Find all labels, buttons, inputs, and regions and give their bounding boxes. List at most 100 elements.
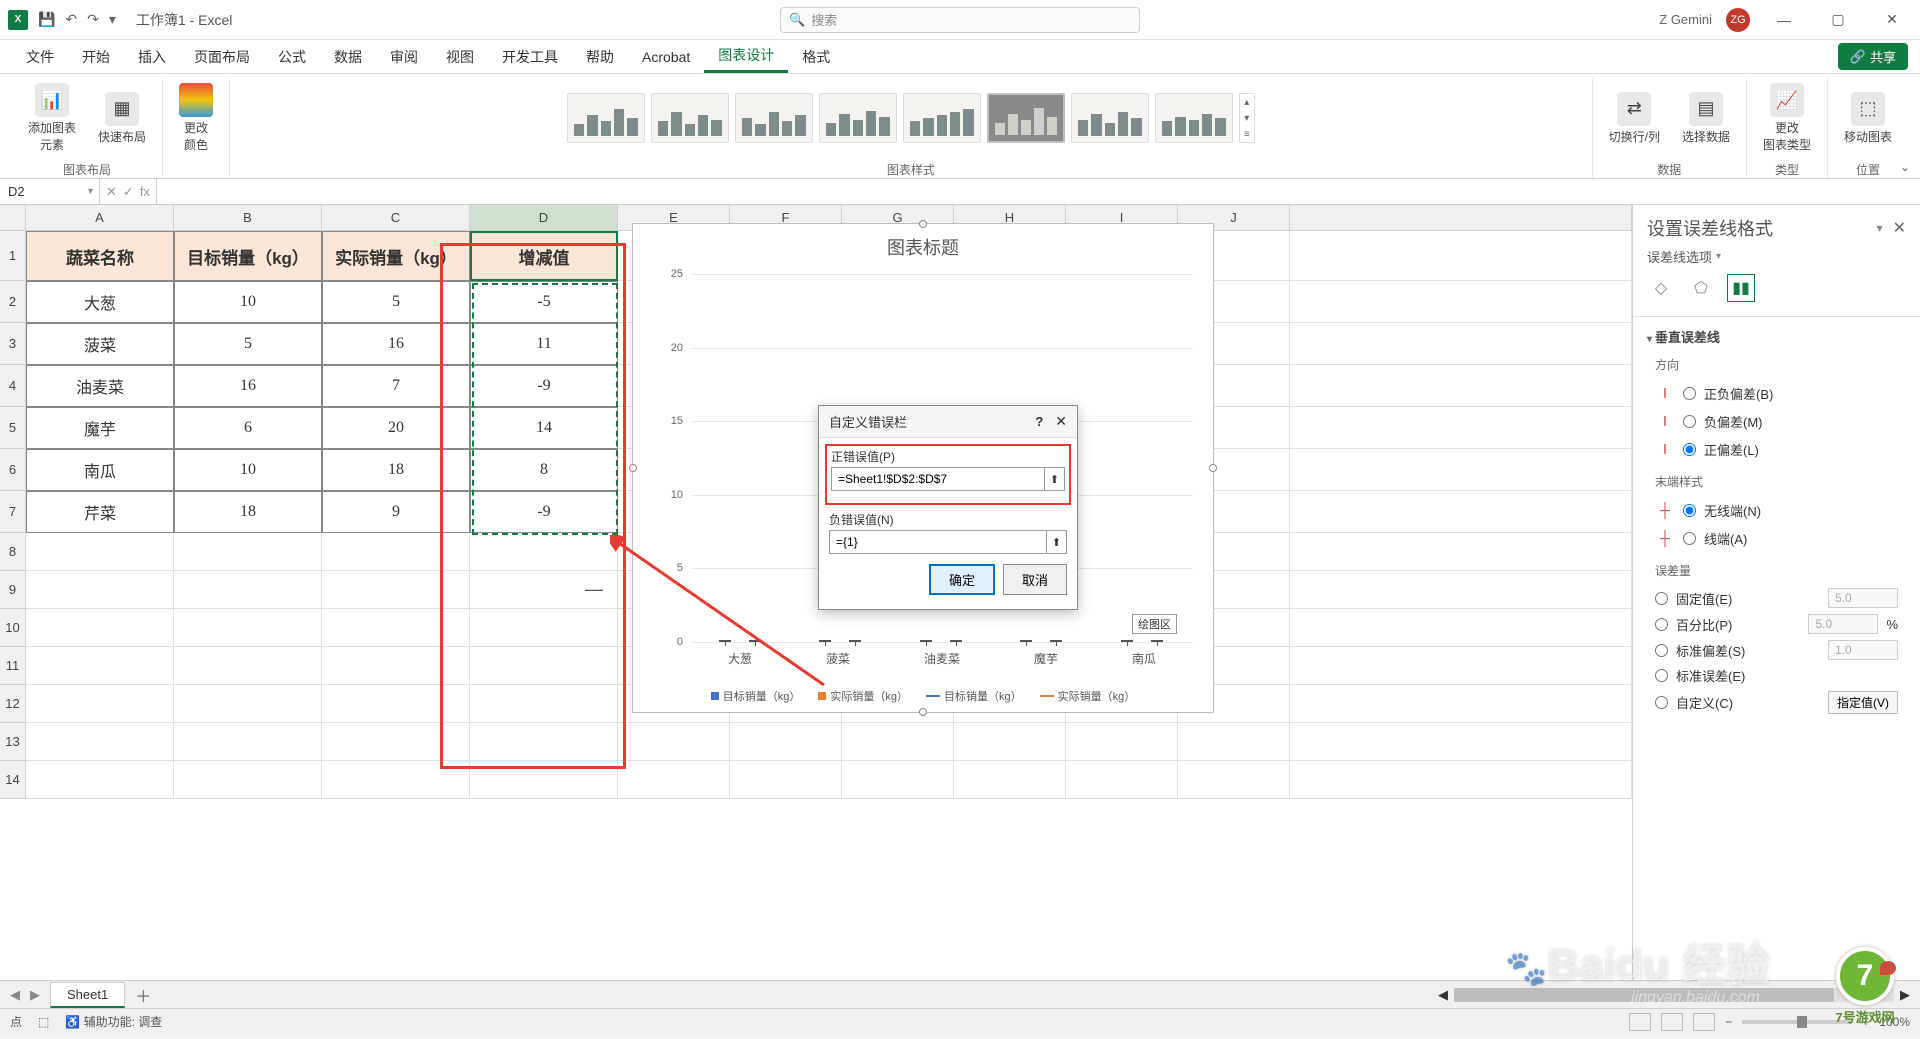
cell[interactable] — [174, 609, 322, 647]
cell[interactable] — [322, 533, 470, 571]
cell[interactable] — [1290, 407, 1632, 449]
header-cell[interactable]: 实际销量（kg） — [322, 231, 470, 281]
tab-review[interactable]: 审阅 — [376, 40, 432, 73]
cell[interactable]: 南瓜 — [26, 449, 174, 491]
cell[interactable] — [618, 761, 730, 799]
dialog-help-icon[interactable]: ? — [1035, 414, 1043, 429]
cell[interactable] — [322, 571, 470, 609]
tab-insert[interactable]: 插入 — [124, 40, 180, 73]
cell[interactable]: 16 — [322, 323, 470, 365]
chart-title[interactable]: 图表标题 — [633, 224, 1213, 264]
scroll-left-icon[interactable]: ◀ — [1438, 987, 1448, 1003]
tab-home[interactable]: 开始 — [68, 40, 124, 73]
tab-help[interactable]: 帮助 — [572, 40, 628, 73]
cell[interactable] — [470, 609, 618, 647]
cell[interactable] — [1066, 761, 1178, 799]
sheet-nav-prev-icon[interactable]: ◀ — [10, 987, 20, 1003]
tab-developer[interactable]: 开发工具 — [488, 40, 572, 73]
cell[interactable] — [26, 685, 174, 723]
cell[interactable]: 20 — [322, 407, 470, 449]
chart-style-thumb[interactable] — [819, 93, 897, 143]
share-button[interactable]: 🔗共享 — [1838, 43, 1908, 70]
positive-error-input[interactable] — [831, 467, 1045, 491]
header-cell[interactable]: 蔬菜名称 — [26, 231, 174, 281]
pane-option[interactable]: Ⅰ 正负偏差(B) — [1647, 379, 1906, 407]
cell[interactable] — [1178, 761, 1290, 799]
cell[interactable]: 10 — [174, 449, 322, 491]
cell[interactable] — [618, 723, 730, 761]
tab-data[interactable]: 数据 — [320, 40, 376, 73]
qat-dropdown-icon[interactable]: ▾ — [109, 11, 116, 28]
chart-style-gallery[interactable]: ▴▾≡ — [567, 93, 1255, 143]
cell[interactable]: 6 — [174, 407, 322, 449]
cell[interactable] — [174, 533, 322, 571]
fill-line-icon[interactable]: ◇ — [1647, 274, 1675, 302]
zoom-in-icon[interactable]: + — [1862, 1015, 1869, 1029]
fx-icon[interactable]: fx — [140, 184, 150, 199]
cell[interactable] — [322, 761, 470, 799]
tab-chart-design[interactable]: 图表设计 — [704, 40, 788, 73]
pane-option[interactable]: 自定义(C)指定值(V) — [1647, 688, 1906, 717]
chart-style-thumb-selected[interactable] — [987, 93, 1065, 143]
header-cell[interactable]: 增减值 — [470, 231, 618, 281]
macro-record-icon[interactable]: ⬚ — [38, 1015, 49, 1029]
select-data-button[interactable]: ▤ 选择数据 — [1674, 88, 1738, 149]
cell[interactable] — [1290, 609, 1632, 647]
pane-subtitle[interactable]: 误差线选项 — [1647, 247, 1906, 266]
cell[interactable]: 16 — [174, 365, 322, 407]
chart-style-thumb[interactable] — [651, 93, 729, 143]
page-layout-view-icon[interactable] — [1661, 1013, 1683, 1031]
chart-style-thumb[interactable] — [567, 93, 645, 143]
cell[interactable] — [1290, 533, 1632, 571]
cell[interactable] — [174, 647, 322, 685]
row-header[interactable]: 12 — [0, 685, 26, 723]
cell[interactable] — [954, 761, 1066, 799]
cell[interactable]: 油麦菜 — [26, 365, 174, 407]
negative-error-input[interactable] — [829, 530, 1047, 554]
cell[interactable] — [26, 647, 174, 685]
zoom-level[interactable]: 100% — [1879, 1015, 1910, 1029]
worksheet[interactable]: A B C D E F G H I J 1 蔬菜名称 目标销量（kg） 实际销量… — [0, 205, 1632, 980]
radio-input[interactable] — [1655, 592, 1668, 605]
tab-file[interactable]: 文件 — [12, 40, 68, 73]
save-icon[interactable]: 💾 — [38, 11, 55, 28]
scroll-right-icon[interactable]: ▶ — [1900, 987, 1910, 1003]
cell[interactable] — [1290, 491, 1632, 533]
page-break-view-icon[interactable] — [1693, 1013, 1715, 1031]
radio-input[interactable] — [1683, 387, 1696, 400]
resize-handle[interactable] — [919, 220, 927, 228]
row-header[interactable]: 9 — [0, 571, 26, 609]
pane-option[interactable]: Ⅰ 正偏差(L) — [1647, 435, 1906, 463]
resize-handle[interactable] — [1209, 464, 1217, 472]
row-header[interactable]: 4 — [0, 365, 26, 407]
row-header[interactable]: 2 — [0, 281, 26, 323]
radio-input[interactable] — [1683, 443, 1696, 456]
tab-format[interactable]: 格式 — [788, 40, 844, 73]
chart-legend[interactable]: 目标销量（kg）实际销量（kg）目标销量（kg）实际销量（kg） — [633, 688, 1213, 704]
cell[interactable] — [730, 761, 842, 799]
bar-options-icon[interactable]: ▮▮ — [1727, 274, 1755, 302]
cell[interactable] — [26, 609, 174, 647]
ok-button[interactable]: 确定 — [929, 564, 995, 595]
undo-icon[interactable]: ↶ — [65, 11, 77, 28]
cell[interactable] — [1290, 323, 1632, 365]
cell[interactable]: -9 — [470, 365, 618, 407]
zoom-out-icon[interactable]: − — [1725, 1015, 1732, 1029]
pane-close-icon[interactable]: ✕ — [1893, 218, 1906, 238]
resize-handle[interactable] — [629, 464, 637, 472]
accessibility-status[interactable]: ♿ 辅助功能: 调查 — [65, 1013, 162, 1030]
enter-icon[interactable]: ✓ — [123, 184, 134, 200]
row-header[interactable]: 6 — [0, 449, 26, 491]
tab-formulas[interactable]: 公式 — [264, 40, 320, 73]
cell[interactable]: 魔芋 — [26, 407, 174, 449]
chart-style-thumb[interactable] — [903, 93, 981, 143]
effects-icon[interactable]: ⬠ — [1687, 274, 1715, 302]
cell[interactable]: -9 — [470, 491, 618, 533]
cell[interactable] — [174, 761, 322, 799]
cell[interactable]: 5 — [322, 281, 470, 323]
row-header[interactable]: 5 — [0, 407, 26, 449]
collapse-ribbon-icon[interactable]: ⌄ — [1900, 160, 1910, 174]
radio-input[interactable] — [1655, 644, 1668, 657]
add-sheet-icon[interactable]: ＋ — [135, 983, 151, 1007]
cell[interactable]: 菠菜 — [26, 323, 174, 365]
